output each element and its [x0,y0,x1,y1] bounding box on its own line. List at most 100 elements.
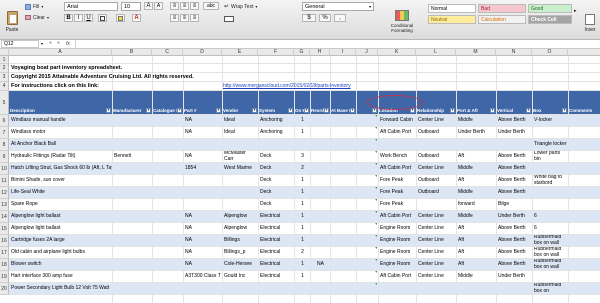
filter-dropdown-button[interactable]: ▾ [410,108,415,113]
align-bottom-button[interactable]: ≡ [190,14,199,22]
table-cell[interactable]: McMaster Carr [223,151,258,162]
table-cell[interactable]: Above Berth [497,223,532,234]
table-cell[interactable]: Aft Cabin Port [379,211,416,222]
cancel-icon[interactable]: ● [49,40,52,46]
filter-dropdown-button[interactable]: ▾ [288,108,293,113]
column-header-d[interactable]: D [183,49,222,56]
formula-input[interactable] [75,40,599,48]
table-cell[interactable]: Cole-Hersee [223,259,258,270]
table-cell[interactable]: Above Berth [497,259,532,270]
table-cell[interactable]: Electrical [259,235,294,246]
filter-dropdown-button[interactable]: ▾ [526,108,531,113]
column-header-o[interactable]: O [532,49,568,56]
column-header-f[interactable]: F [258,49,294,56]
filter-dropdown-button[interactable]: ▾ [490,108,495,113]
spreadsheet-grid[interactable]: A B C D E F G H I J K L M N O 1 2 3 4 5 6 7 8 9 10 11 12 13 14 15 16 17… [0,49,600,303]
filter-dropdown-button[interactable]: ▾ [177,108,182,113]
table-cell[interactable]: NA [184,259,222,270]
table-cell[interactable]: Above Berth [497,115,532,126]
table-cell[interactable]: Gould Inc [223,271,258,282]
row-number[interactable]: 14 [0,211,9,223]
style-calculation[interactable]: Calculation [478,15,526,24]
italic-button[interactable]: I [74,14,83,22]
paste-button[interactable]: Paste [3,3,21,33]
table-cell[interactable]: Anchoring [259,127,294,138]
table-cell[interactable]: A3T300 Class T [184,271,222,282]
table-cell[interactable]: Ideal [223,127,258,138]
table-cell[interactable]: Above Berth [497,247,532,258]
column-header-n[interactable]: N [496,49,532,56]
table-cell[interactable]: 6 [533,223,568,234]
table-cell[interactable]: NA [184,235,222,246]
table-cell[interactable]: White bag to starbord [533,175,568,186]
table-cell[interactable]: Alpenglow [223,223,258,234]
style-check-cell[interactable]: Check Cell [528,15,572,24]
table-cell[interactable]: Electrical [259,211,294,222]
row-number[interactable]: 3 [0,73,9,82]
table-cell[interactable]: NA [184,211,222,222]
table-cell[interactable]: Rubbermaid box on wall [533,235,568,246]
column-header-k[interactable]: K [378,49,416,56]
table-cell[interactable]: 1 [295,235,310,246]
column-header-i[interactable]: I [330,49,356,56]
table-cell[interactable]: Electrical [259,247,294,258]
column-header-l[interactable]: L [416,49,456,56]
table-cell[interactable]: Rubbermaid box on wall [533,247,568,258]
table-cell[interactable]: Lower parts bin [533,151,568,162]
table-cell[interactable]: Anchoring [259,115,294,126]
increase-font-button[interactable]: A [144,2,153,10]
table-cell[interactable]: Center Line [417,259,456,270]
table-cell[interactable]: Middle [457,211,496,222]
insert-button[interactable]: Inser [580,3,600,33]
table-cell[interactable]: Outboard [417,127,456,138]
table-cell[interactable]: Center Line [417,235,456,246]
table-cell[interactable]: Bimini Shade, sun cover [10,175,112,186]
table-cell[interactable]: Hydraulic Fittings (Radar Tilt) [10,151,112,162]
row-number[interactable]: 15 [0,223,9,235]
table-cell[interactable]: Middle [457,187,496,198]
align-center-button[interactable]: ≡ [180,2,189,10]
row-number[interactable]: 6 [0,115,9,127]
instructions-link[interactable]: http://www.morganscloud.com/2015/02/18/p… [222,82,402,91]
row-number[interactable]: 9 [0,151,9,163]
bold-button[interactable]: B [64,14,73,22]
table-cell[interactable]: Aft [457,151,496,162]
row-number[interactable]: 17 [0,247,9,259]
borders-button[interactable] [98,14,107,22]
row-number[interactable]: 13 [0,199,9,211]
percent-button[interactable]: % [319,14,331,22]
name-box[interactable]: Q12 [1,40,39,48]
table-cell[interactable]: Electrical [259,259,294,270]
table-cell[interactable]: Engine Room [379,235,416,246]
style-bad[interactable]: Bad [478,4,526,13]
select-all-corner[interactable] [0,49,9,56]
align-left-button[interactable]: ≡ [170,2,179,10]
table-cell[interactable]: Deck [259,175,294,186]
table-cell[interactable]: Power Secondary Light Bulb 12 Volt 75 Wa… [10,283,112,294]
table-cell[interactable]: Electrical [259,271,294,282]
table-cell[interactable]: Center Line [417,115,456,126]
table-cell[interactable]: 2 [295,163,310,174]
table-cell[interactable]: 1 [295,259,310,270]
table-cell[interactable]: Middle [457,271,496,282]
table-cell[interactable]: Engine Room [379,247,416,258]
table-cell[interactable]: Aft [457,223,496,234]
table-cell[interactable]: Above Berth [497,151,532,162]
row-number[interactable]: 2 [0,64,9,73]
style-good[interactable]: Good [528,4,572,13]
styles-scroll-arrow[interactable]: ▸ [574,8,577,14]
table-cell[interactable]: NA [184,151,222,162]
table-cell[interactable]: Center Line [417,271,456,282]
column-header-j[interactable]: J [356,49,378,56]
underline-button[interactable]: U [84,14,93,22]
table-cell[interactable]: Under Berth [497,271,532,282]
table-cell[interactable]: Outboard [417,175,456,186]
table-cell[interactable]: Fore Peak [379,187,416,198]
align-middle-button[interactable]: ≡ [180,14,189,22]
table-cell[interactable]: West Marine [223,163,258,174]
table-cell[interactable]: NA [184,115,222,126]
clear-button[interactable]: Clear ▾ [25,13,49,22]
table-cell[interactable]: forward [457,199,496,210]
filter-dropdown-button[interactable]: ▾ [106,108,111,113]
filter-dropdown-button[interactable]: ▾ [372,108,377,113]
